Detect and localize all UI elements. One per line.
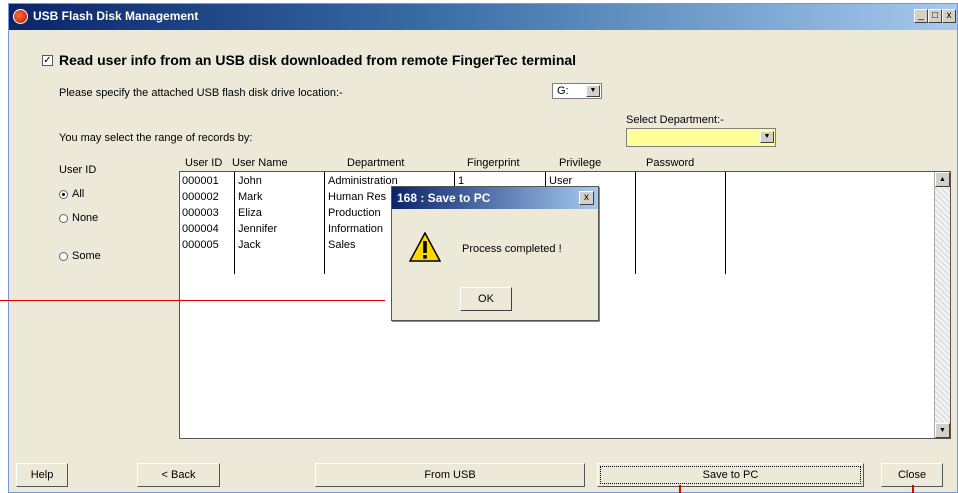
col-header-user-name: User Name: [232, 157, 288, 169]
radio-all[interactable]: [59, 190, 68, 199]
drive-value: G:: [557, 85, 569, 97]
column-divider: [725, 172, 726, 274]
chevron-down-icon[interactable]: ▼: [760, 131, 774, 143]
annotation-line: [0, 300, 385, 301]
col-header-privilege: Privilege: [559, 157, 602, 169]
ok-button[interactable]: OK: [460, 287, 512, 311]
cell-user-id: 000005: [182, 239, 219, 251]
chevron-down-icon[interactable]: ▼: [586, 85, 600, 97]
save-to-pc-button[interactable]: Save to PC: [597, 463, 864, 487]
cell-department: Administration: [328, 175, 398, 187]
cell-user-name: Eliza: [238, 207, 262, 219]
userid-filter-label: User ID: [59, 164, 97, 176]
warning-icon: [409, 232, 441, 262]
cell-department: Human Res: [328, 191, 387, 203]
radio-none[interactable]: [59, 214, 68, 223]
cell-user-name: Jennifer: [238, 223, 278, 235]
help-button[interactable]: Help: [16, 463, 68, 487]
dialog-close-button[interactable]: x: [579, 191, 594, 205]
title-bar[interactable]: USB Flash Disk Management _ □ x: [9, 4, 957, 30]
drive-select[interactable]: G: ▼: [552, 83, 602, 99]
radio-none-label: None: [72, 212, 99, 224]
annotation-line: [912, 485, 914, 493]
dialog-title-bar[interactable]: 168 : Save to PC x: [392, 187, 598, 209]
cell-department: Production: [328, 207, 381, 219]
radio-some-label: Some: [72, 250, 101, 262]
vertical-scrollbar[interactable]: ▲ ▼: [934, 172, 950, 438]
cell-user-id: 000002: [182, 191, 219, 203]
radio-all-label: All: [72, 188, 85, 200]
back-button[interactable]: < Back: [137, 463, 220, 487]
cell-user-name: Mark: [238, 191, 263, 203]
dialog-message: Process completed !: [462, 243, 562, 255]
col-header-user-id: User ID: [185, 157, 223, 169]
maximize-button[interactable]: □: [928, 9, 942, 23]
section-heading: Read user info from an USB disk download…: [59, 52, 577, 68]
cell-user-id: 000001: [182, 175, 219, 187]
app-icon: [13, 9, 28, 24]
cell-department: Information: [328, 223, 384, 235]
window-title: USB Flash Disk Management: [33, 9, 199, 23]
from-usb-button[interactable]: From USB: [315, 463, 585, 487]
read-usb-checkbox[interactable]: ✓: [42, 55, 53, 66]
usb-flash-disk-window: USB Flash Disk Management _ □ x ✓ Read u…: [8, 3, 958, 493]
range-label: You may select the range of records by:: [59, 132, 253, 144]
scroll-up-icon[interactable]: ▲: [935, 172, 950, 187]
drive-location-label: Please specify the attached USB flash di…: [59, 87, 343, 99]
department-label: Select Department:-: [626, 114, 724, 126]
cell-user-name: John: [238, 175, 262, 187]
cell-department: Sales: [328, 239, 356, 251]
close-button[interactable]: Close: [881, 463, 943, 487]
save-complete-dialog: 168 : Save to PC x Process completed ! O…: [391, 186, 599, 321]
close-window-button[interactable]: x: [942, 9, 956, 23]
cell-user-id: 000003: [182, 207, 219, 219]
radio-some[interactable]: [59, 252, 68, 261]
annotation-line: [679, 485, 681, 493]
department-select[interactable]: ▼: [626, 128, 776, 147]
col-header-password: Password: [646, 157, 695, 169]
minimize-button[interactable]: _: [914, 9, 928, 23]
cell-user-id: 000004: [182, 223, 219, 235]
col-header-fingerprint: Fingerprint: [467, 157, 520, 169]
dialog-title: 168 : Save to PC: [397, 191, 491, 205]
scroll-down-icon[interactable]: ▼: [935, 423, 950, 438]
cell-user-name: Jack: [238, 239, 261, 251]
col-header-department: Department: [347, 157, 405, 169]
